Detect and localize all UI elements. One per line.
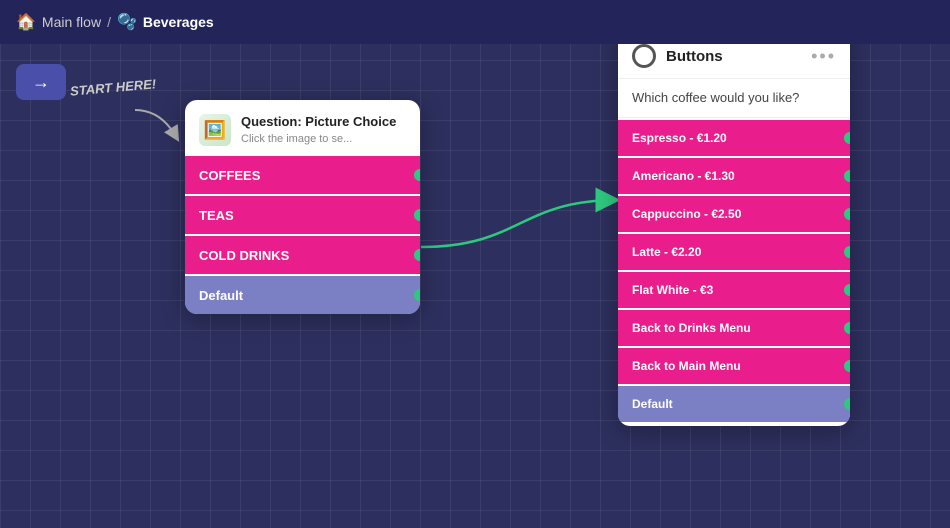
current-page-label: Beverages [143,14,214,30]
button-option-label-7: Default [632,397,673,411]
button-dot-1 [844,170,850,182]
question-choice-label-1: TEAS [199,208,234,223]
button-option-3[interactable]: Latte - €2.20 [618,234,850,270]
button-option-5[interactable]: Back to Drinks Menu [618,310,850,346]
picture-choice-icon: 🖼️ [199,114,231,146]
choice-dot-2 [414,249,420,261]
buttons-card-menu-icon[interactable]: ••• [811,46,836,67]
buttons-card: Buttons ••• Which coffee would you like?… [618,30,850,426]
button-option-2[interactable]: Cappuccino - €2.50 [618,196,850,232]
question-choice-0[interactable]: COFFEES [185,156,420,194]
question-card-subtitle: Click the image to se... [241,133,396,145]
start-arrow-decoration [130,105,190,145]
question-choice-label-0: COFFEES [199,168,260,183]
button-option-0[interactable]: Espresso - €1.20 [618,120,850,156]
question-card-header: 🖼️ Question: Picture Choice Click the im… [185,100,420,156]
main-flow-label[interactable]: Main flow [42,14,101,30]
question-choice-label-3: Default [199,288,243,303]
question-card-title: Question: Picture Choice [241,114,396,131]
button-option-1[interactable]: Americano - €1.30 [618,158,850,194]
button-option-7[interactable]: Default [618,386,850,422]
button-dot-5 [844,322,850,334]
button-option-4[interactable]: Flat White - €3 [618,272,850,308]
buttons-card-title: Buttons [666,48,723,65]
button-option-label-2: Cappuccino - €2.50 [632,207,741,221]
question-choice-3[interactable]: Default [185,276,420,314]
entry-arrow-icon: → [32,72,50,93]
question-choice-1[interactable]: TEAS [185,196,420,234]
buttons-list: Espresso - €1.20 Americano - €1.30 Cappucc… [618,120,850,426]
button-option-label-4: Flat White - €3 [632,283,713,297]
button-option-label-1: Americano - €1.30 [632,169,735,183]
button-dot-4 [844,284,850,296]
question-choice-label-2: COLD DRINKS [199,248,289,263]
button-option-label-6: Back to Main Menu [632,359,741,373]
button-option-label-5: Back to Drinks Menu [632,321,751,335]
button-dot-0 [844,132,850,144]
choice-dot-1 [414,209,420,221]
buttons-card-title-row: Buttons [632,44,723,68]
start-here-label: START HERE! [70,76,157,98]
choices-list: COFFEES TEAS COLD DRINKS Default [185,156,420,314]
choice-dot-3 [414,289,420,301]
button-option-label-0: Espresso - €1.20 [632,131,727,145]
button-dot-6 [844,360,850,372]
button-dot-7 [844,398,850,410]
button-dot-2 [844,208,850,220]
question-card: 🖼️ Question: Picture Choice Click the im… [185,100,420,314]
buttons-card-circle-icon [632,44,656,68]
entry-button[interactable]: → [16,64,66,100]
button-dot-3 [844,246,850,258]
button-option-6[interactable]: Back to Main Menu [618,348,850,384]
topbar: 🏠 Main flow / 🫧 Beverages [0,0,950,44]
home-icon[interactable]: 🏠 [16,12,36,32]
button-option-label-3: Latte - €2.20 [632,245,701,259]
beverages-icon: 🫧 [117,12,137,32]
question-choice-2[interactable]: COLD DRINKS [185,236,420,274]
breadcrumb-separator: / [107,14,111,30]
buttons-card-question: Which coffee would you like? [618,79,850,118]
choice-dot-0 [414,169,420,181]
